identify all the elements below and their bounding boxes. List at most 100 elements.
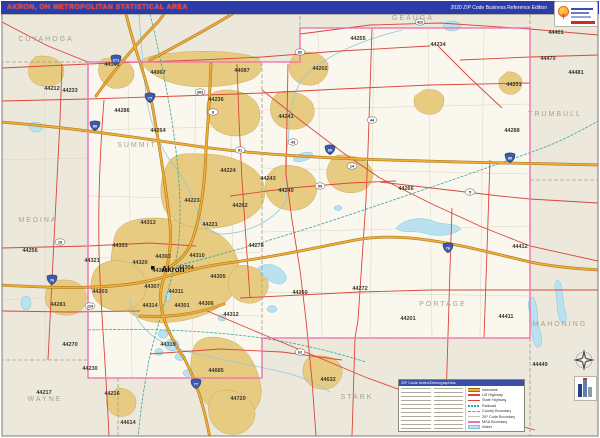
state-route-shield-icon: 303 xyxy=(194,88,206,96)
zip-label: 44301 xyxy=(174,303,189,309)
zip-label: 44255 xyxy=(350,36,365,42)
zip-label: 44221 xyxy=(202,222,217,228)
zip-label: 44201 xyxy=(400,316,415,322)
compass-rose-icon xyxy=(571,347,597,373)
zip-label: 44233 xyxy=(62,88,77,94)
zip-label: 44266 xyxy=(398,186,413,192)
legend-item: ZIP Code Boundary xyxy=(468,415,522,419)
shield-number: 5 xyxy=(469,190,471,194)
legend-sample-int xyxy=(468,387,480,392)
zip-label: 44262 xyxy=(232,203,247,209)
legend-label: County Boundary xyxy=(482,409,512,414)
legend-item: Water xyxy=(468,425,522,430)
shield-number: 18 xyxy=(58,240,62,244)
state-route-shield-icon: 14 xyxy=(346,162,358,170)
zip-label: 44224 xyxy=(220,168,236,174)
zip-label: 44401 xyxy=(548,30,563,36)
legend-item: Railroad xyxy=(468,404,522,408)
edition-label: 2020 ZIP Code Business Reference Edition xyxy=(450,4,547,11)
city-label: Akron xyxy=(161,265,184,274)
county-label: SUMMIT xyxy=(117,142,157,149)
zip-label: 44202 xyxy=(312,66,327,72)
zip-label: 44311 xyxy=(169,289,184,295)
zip-label: 44241 xyxy=(278,114,293,120)
zip-label: 44313 xyxy=(140,220,155,226)
legend-label: Railroad xyxy=(482,403,497,408)
county-label: GEAUGA xyxy=(392,15,434,22)
state-route-shield-icon: 422 xyxy=(414,18,426,26)
state-route-shield-icon: 43 xyxy=(287,138,299,146)
zip-label: 44614 xyxy=(120,420,136,426)
zip-label: 44230 xyxy=(82,366,97,372)
zip-label: 44212 xyxy=(44,86,59,92)
legend-item: MSA Boundary xyxy=(468,420,522,424)
zip-label: 44223 xyxy=(184,198,199,204)
zip-label: 44281 xyxy=(50,302,65,308)
zip-label: 44286 xyxy=(114,108,129,114)
legend-panel: ZIP Code Index/Demographics Interstate US… xyxy=(398,379,525,432)
map-canvas: CUYAHOGA GEAUGA TRUMBULL MEDINA SUMMIT PORTAG… xyxy=(1,13,599,437)
zip-label: 44256 xyxy=(22,248,37,254)
zip-label: 44240 xyxy=(278,188,293,194)
zip-label: 44264 xyxy=(150,128,166,134)
zip-label: 44203 xyxy=(92,289,107,295)
state-route-shield-icon: 44 xyxy=(366,116,378,124)
legend-sample-msa xyxy=(468,421,480,423)
brand-logo xyxy=(554,1,598,27)
zip-label: 44314 xyxy=(142,303,158,309)
shield-number: 80 xyxy=(508,156,513,161)
shield-number: 76 xyxy=(446,246,451,251)
zip-label: 44310 xyxy=(189,253,204,259)
header-bar: AKRON, OH METROPOLITAN STATISTICAL AREA … xyxy=(1,1,599,14)
state-route-shield-icon: 224 xyxy=(84,302,96,310)
zip-label: 44216 xyxy=(104,391,119,397)
zip-label: 44470 xyxy=(540,56,555,62)
legend-label: State Highway xyxy=(482,398,507,403)
zip-label: 44449 xyxy=(532,362,547,368)
shield-number: 271 xyxy=(113,58,120,63)
zip-label: 44632 xyxy=(320,377,335,383)
map-title: AKRON, OH METROPOLITAN STATISTICAL AREA xyxy=(7,4,188,11)
county-label: MAHONING xyxy=(533,321,588,328)
state-route-shield-icon: 91 xyxy=(234,146,246,154)
county-label: TRUMBULL xyxy=(528,111,582,118)
state-route-shield-icon: 82 xyxy=(294,48,306,56)
state-route-shield-icon: 62 xyxy=(294,348,306,356)
legend-sample-zip xyxy=(468,416,480,418)
zip-label: 44303 xyxy=(155,254,170,260)
legend-sample-st xyxy=(468,399,480,401)
legend-label: MSA Boundary xyxy=(482,419,508,424)
zip-label: 44305 xyxy=(210,274,225,280)
zip-label: 44321 xyxy=(84,258,99,264)
legend-item: State Highway xyxy=(468,398,522,402)
zip-label: 44288 xyxy=(504,128,519,134)
legend-label: ZIP Code Boundary xyxy=(482,414,516,419)
legend-label: US Highway xyxy=(482,393,503,398)
zip-label: 44411 xyxy=(499,314,514,320)
zip-label: 44412 xyxy=(512,244,527,250)
shield-number: 59 xyxy=(318,184,322,188)
zip-label: 44320 xyxy=(132,260,147,266)
county-label: STARK xyxy=(341,394,374,401)
legend-label: Water xyxy=(482,425,492,430)
zip-label: 44260 xyxy=(292,290,307,296)
zip-label: 44307 xyxy=(144,284,159,290)
legend-label: Interstate xyxy=(482,387,498,392)
state-route-shield-icon: 5 xyxy=(464,188,476,196)
shield-number: 62 xyxy=(298,350,302,354)
city-marker xyxy=(151,266,155,270)
map-pin-icon xyxy=(562,14,565,20)
shield-number: 77 xyxy=(148,96,153,101)
zip-label: 44270 xyxy=(62,342,77,348)
zip-label: 44217 xyxy=(36,390,51,396)
zip-label: 44333 xyxy=(112,243,127,249)
shield-number: 80 xyxy=(93,124,98,129)
zip-label: 44319 xyxy=(160,342,175,348)
zip-label: 44087 xyxy=(234,68,249,74)
shield-number: 91 xyxy=(238,148,242,152)
shield-number: 303 xyxy=(197,90,203,94)
zip-label: 44236 xyxy=(208,97,223,103)
publisher-logo xyxy=(574,376,597,401)
state-route-shield-icon: 18 xyxy=(54,238,66,246)
shield-number: 43 xyxy=(291,140,295,144)
